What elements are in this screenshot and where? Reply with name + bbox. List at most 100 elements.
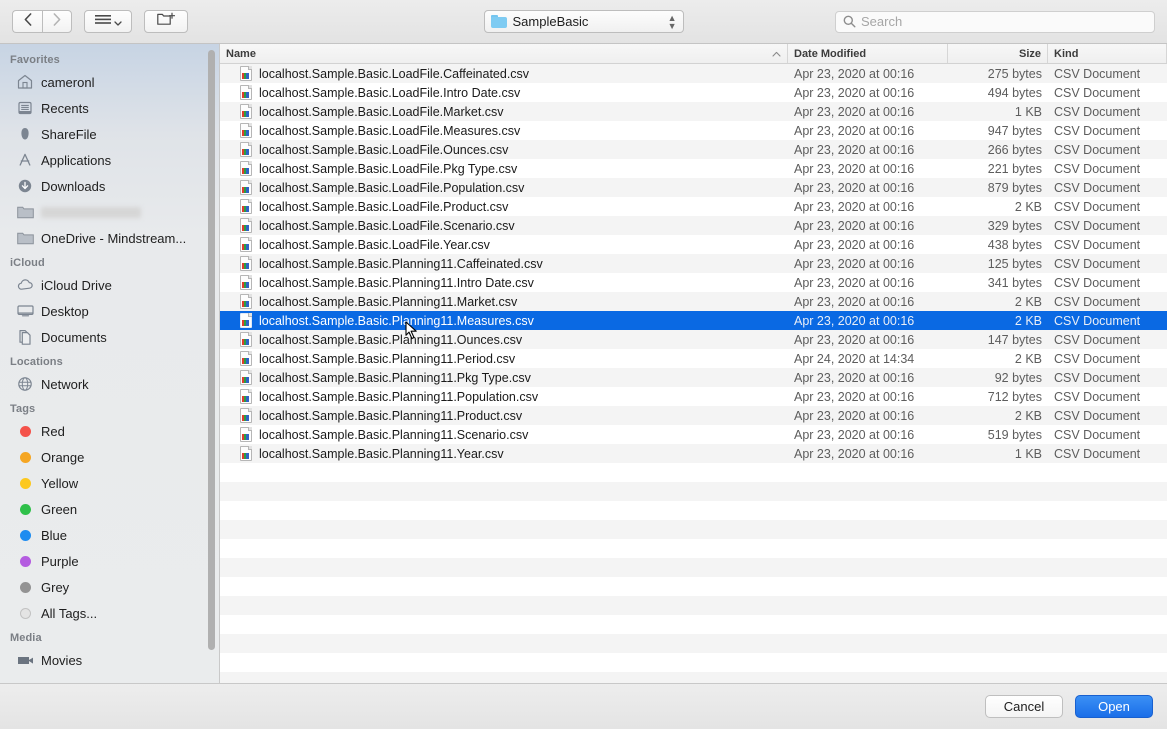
file-date-cell: Apr 23, 2020 at 00:16 xyxy=(794,66,915,81)
column-header-size-label: Size xyxy=(1018,47,1041,60)
sidebar-item-cameronl[interactable]: cameronl xyxy=(0,69,219,95)
file-date-cell: Apr 23, 2020 at 00:16 xyxy=(794,180,915,195)
sidebar-item-downloads[interactable]: Downloads xyxy=(0,173,219,199)
table-row[interactable]: localhost.Sample.Basic.LoadFile.Pkg Type… xyxy=(220,159,1167,178)
table-row[interactable]: localhost.Sample.Basic.Planning11.Intro … xyxy=(220,273,1167,292)
file-name-cell: localhost.Sample.Basic.Planning11.Scenar… xyxy=(220,427,788,442)
table-row[interactable]: localhost.Sample.Basic.LoadFile.Scenario… xyxy=(220,216,1167,235)
file-name-cell: localhost.Sample.Basic.LoadFile.Populati… xyxy=(220,180,788,195)
sidebar-item-orange[interactable]: Orange xyxy=(0,444,219,470)
file-kind-cell: CSV Document xyxy=(1054,161,1141,176)
tag-dot-icon xyxy=(16,500,34,518)
path-popup-button[interactable]: SampleBasic ▲ ▼ xyxy=(483,10,684,33)
file-kind-cell: CSV Document xyxy=(1054,370,1141,385)
table-row[interactable]: localhost.Sample.Basic.LoadFile.Caffeina… xyxy=(220,64,1167,83)
table-row[interactable]: localhost.Sample.Basic.Planning11.Ounces… xyxy=(220,330,1167,349)
file-size-cell: 879 bytes xyxy=(987,180,1042,195)
column-header-date-modified[interactable]: Date Modified xyxy=(788,44,948,63)
search-input[interactable] xyxy=(861,14,1147,29)
open-button[interactable]: Open xyxy=(1075,695,1153,718)
file-name-cell: localhost.Sample.Basic.Planning11.Produc… xyxy=(220,408,788,423)
forward-button[interactable] xyxy=(42,10,72,33)
file-kind-cell: CSV Document xyxy=(1054,142,1141,157)
tag-dot-icon xyxy=(16,448,34,466)
file-size-cell: 2 KB xyxy=(1014,313,1042,328)
table-row[interactable]: localhost.Sample.Basic.Planning11.Period… xyxy=(220,349,1167,368)
sidebar-item-icloud-drive[interactable]: iCloud Drive xyxy=(0,272,219,298)
file-name-cell: localhost.Sample.Basic.Planning11.Market… xyxy=(220,294,788,309)
sidebar-section-header: Locations xyxy=(10,356,63,368)
file-kind-cell: CSV Document xyxy=(1054,199,1141,214)
sidebar-item-onedrive-mindstream[interactable]: OneDrive - Mindstream... xyxy=(0,225,219,251)
back-button[interactable] xyxy=(12,10,42,33)
sidebar-item-grey[interactable]: Grey xyxy=(0,574,219,600)
sidebar-item-documents[interactable]: Documents xyxy=(0,324,219,350)
table-row[interactable]: localhost.Sample.Basic.LoadFile.Ounces.c… xyxy=(220,140,1167,159)
file-size-cell: 92 bytes xyxy=(994,370,1042,385)
sidebar-item-recents[interactable]: Recents xyxy=(0,95,219,121)
sidebar-scrollbar[interactable] xyxy=(208,50,215,650)
table-row[interactable]: localhost.Sample.Basic.Planning11.Measur… xyxy=(220,311,1167,330)
sidebar-item-purple[interactable]: Purple xyxy=(0,548,219,574)
sidebar-item-label: iCloud Drive xyxy=(41,277,112,293)
sidebar-item-label: Purple xyxy=(41,553,79,569)
table-row[interactable]: localhost.Sample.Basic.Planning11.Pkg Ty… xyxy=(220,368,1167,387)
file-name-cell: localhost.Sample.Basic.Planning11.Caffei… xyxy=(220,256,788,271)
empty-row xyxy=(220,558,1167,577)
file-size-cell: 494 bytes xyxy=(987,85,1042,100)
sidebar-item-label: Grey xyxy=(41,579,70,595)
sidebar-item-desktop[interactable]: Desktop xyxy=(0,298,219,324)
new-folder-button[interactable] xyxy=(144,10,188,33)
file-name-label: localhost.Sample.Basic.LoadFile.Product.… xyxy=(259,199,509,214)
empty-row xyxy=(220,653,1167,672)
sidebar-item-all-tags[interactable]: All Tags... xyxy=(0,600,219,626)
table-row[interactable]: localhost.Sample.Basic.LoadFile.Intro Da… xyxy=(220,83,1167,102)
sidebar-item-green[interactable]: Green xyxy=(0,496,219,522)
dialog-body: Favorites cameronl Recents ShareFile Applica… xyxy=(0,44,1167,683)
table-row[interactable]: localhost.Sample.Basic.LoadFile.Populati… xyxy=(220,178,1167,197)
file-kind-cell: CSV Document xyxy=(1054,294,1141,309)
table-row[interactable]: localhost.Sample.Basic.Planning11.Caffei… xyxy=(220,254,1167,273)
file-date-cell: Apr 23, 2020 at 00:16 xyxy=(794,256,915,271)
column-header-kind[interactable]: Kind xyxy=(1048,44,1167,63)
column-header-name[interactable]: Name xyxy=(220,44,788,63)
sidebar-item-redacted[interactable] xyxy=(0,199,219,225)
file-kind-cell: CSV Document xyxy=(1054,66,1141,81)
sidebar-item-network[interactable]: Network xyxy=(0,371,219,397)
sidebar-item-red[interactable]: Red xyxy=(0,418,219,444)
cancel-button[interactable]: Cancel xyxy=(985,695,1063,718)
table-row[interactable]: localhost.Sample.Basic.Planning11.Popula… xyxy=(220,387,1167,406)
table-row[interactable]: localhost.Sample.Basic.LoadFile.Measures… xyxy=(220,121,1167,140)
table-row[interactable]: localhost.Sample.Basic.Planning11.Scenar… xyxy=(220,425,1167,444)
open-file-dialog: SampleBasic ▲▼ Favorites cameronl Recents S… xyxy=(0,0,1167,729)
table-row[interactable]: localhost.Sample.Basic.Planning11.Year.c… xyxy=(220,444,1167,463)
file-name-cell: localhost.Sample.Basic.LoadFile.Scenario… xyxy=(220,218,788,233)
file-name-cell: localhost.Sample.Basic.Planning11.Period… xyxy=(220,351,788,366)
sidebar-item-movies[interactable]: Movies xyxy=(0,647,219,673)
column-header-size[interactable]: Size xyxy=(948,44,1048,63)
stepper-icon: ▲ ▼ xyxy=(667,12,677,31)
sidebar-item-blue[interactable]: Blue xyxy=(0,522,219,548)
empty-row xyxy=(220,672,1167,683)
sidebar-item-yellow[interactable]: Yellow xyxy=(0,470,219,496)
table-row[interactable]: localhost.Sample.Basic.Planning11.Market… xyxy=(220,292,1167,311)
view-options-button[interactable] xyxy=(84,10,132,33)
file-date-cell: Apr 23, 2020 at 00:16 xyxy=(794,142,915,157)
table-row[interactable]: localhost.Sample.Basic.LoadFile.Product.… xyxy=(220,197,1167,216)
search-field[interactable] xyxy=(835,10,1155,33)
sidebar-item-sharefile[interactable]: ShareFile xyxy=(0,121,219,147)
chevron-down-icon xyxy=(113,13,122,31)
chevron-up-icon xyxy=(772,49,781,59)
table-row[interactable]: localhost.Sample.Basic.LoadFile.Year.csv… xyxy=(220,235,1167,254)
file-date-cell: Apr 23, 2020 at 00:16 xyxy=(794,85,915,100)
new-folder-icon xyxy=(157,12,176,31)
table-row[interactable]: localhost.Sample.Basic.Planning11.Produc… xyxy=(220,406,1167,425)
file-name-label: localhost.Sample.Basic.LoadFile.Intro Da… xyxy=(259,85,521,100)
file-size-cell: 712 bytes xyxy=(987,389,1042,404)
file-size-cell: 519 bytes xyxy=(987,427,1042,442)
sidebar-item-applications[interactable]: Applications xyxy=(0,147,219,173)
table-row[interactable]: localhost.Sample.Basic.LoadFile.Market.c… xyxy=(220,102,1167,121)
sidebar-item-label: Documents xyxy=(41,329,107,345)
home-icon xyxy=(16,73,34,91)
file-size-cell: 329 bytes xyxy=(987,218,1042,233)
